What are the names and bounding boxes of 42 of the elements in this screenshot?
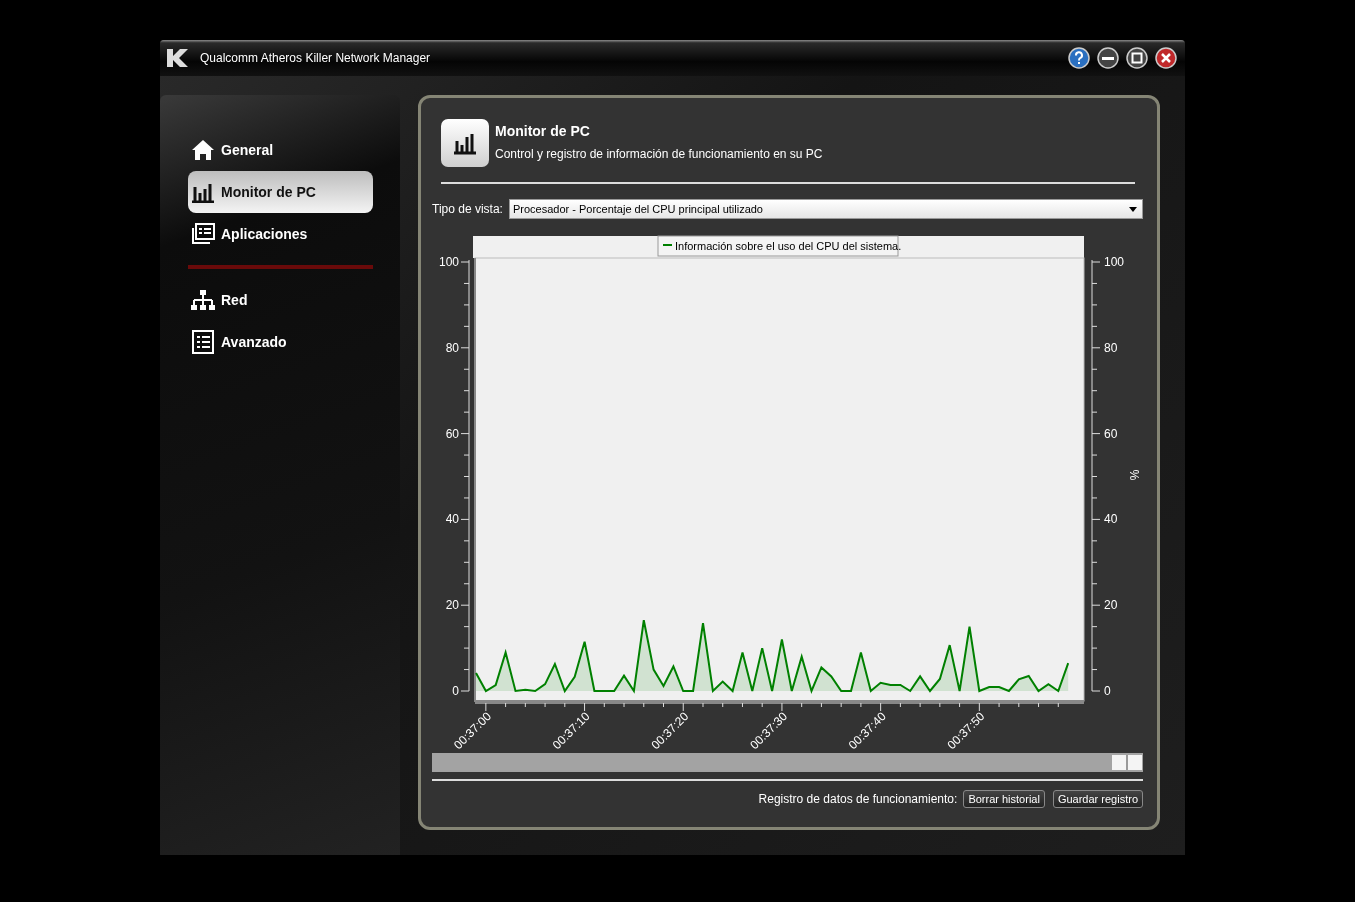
y-tick-label: 100: [1104, 255, 1125, 269]
y-tick-label: 20: [445, 598, 459, 613]
footer-button[interactable]: Guardar registro: [1052, 790, 1143, 808]
maximize-icon[interactable]: [1126, 47, 1148, 69]
sidebar-item[interactable]: Avanzado: [188, 321, 373, 363]
page-subtitle: Control y registro de información de funcionamiento en su PC: [495, 147, 823, 161]
close-icon[interactable]: [1155, 47, 1177, 69]
caret-icon: [1129, 206, 1137, 212]
sidebar-item[interactable]: Aplicaciones: [188, 213, 373, 255]
bar-chart-icon: [191, 181, 215, 203]
y-tick-label: 80: [1104, 340, 1118, 355]
sidebar-item[interactable]: General: [188, 129, 373, 171]
home-icon: [191, 139, 215, 161]
bar-chart-icon: [441, 119, 489, 167]
view-type-label: Tipo de vista:: [432, 202, 503, 216]
legend-label: Información sobre el uso del CPU del sistema.: [675, 240, 902, 252]
checklist-icon: [191, 330, 215, 354]
y-tick-label: 80: [445, 340, 459, 355]
list-window-icon: [191, 223, 215, 245]
minimize-icon[interactable]: [1097, 47, 1119, 69]
scroll-handle[interactable]: [1112, 755, 1142, 770]
k-logo-icon: [166, 48, 190, 68]
y-tick-label: 20: [1104, 598, 1118, 613]
window-title: Qualcomm Atheros Killer Network Manager: [200, 51, 432, 65]
help-icon[interactable]: [1068, 47, 1090, 69]
y-tick-label: 60: [1104, 426, 1118, 441]
sidebar-item[interactable]: Monitor de PC: [188, 171, 373, 213]
view-type-dropdown[interactable]: Procesador - Porcentaje del CPU principal utilizado: [508, 199, 1143, 219]
y-tick-label: 60: [445, 426, 459, 441]
y-tick-label: 40: [1104, 512, 1118, 527]
legend-item: Información sobre el uso del CPU del sistema.: [657, 235, 902, 257]
y-tick-label: 100: [438, 255, 459, 269]
scrollbar[interactable]: [432, 753, 1143, 772]
y-tick-label: 0: [1104, 684, 1111, 698]
network-icon: [191, 289, 215, 311]
page-title: Monitor de PC: [495, 123, 591, 139]
y-axis-label: %: [1128, 469, 1142, 481]
y-tick-label: 40: [445, 512, 459, 527]
sidebar-item[interactable]: Red: [188, 279, 373, 321]
footer-button[interactable]: Borrar historial: [963, 790, 1045, 808]
y-tick-label: 0: [452, 684, 459, 698]
log-label: Registro de datos de funcionamiento:: [758, 792, 958, 806]
